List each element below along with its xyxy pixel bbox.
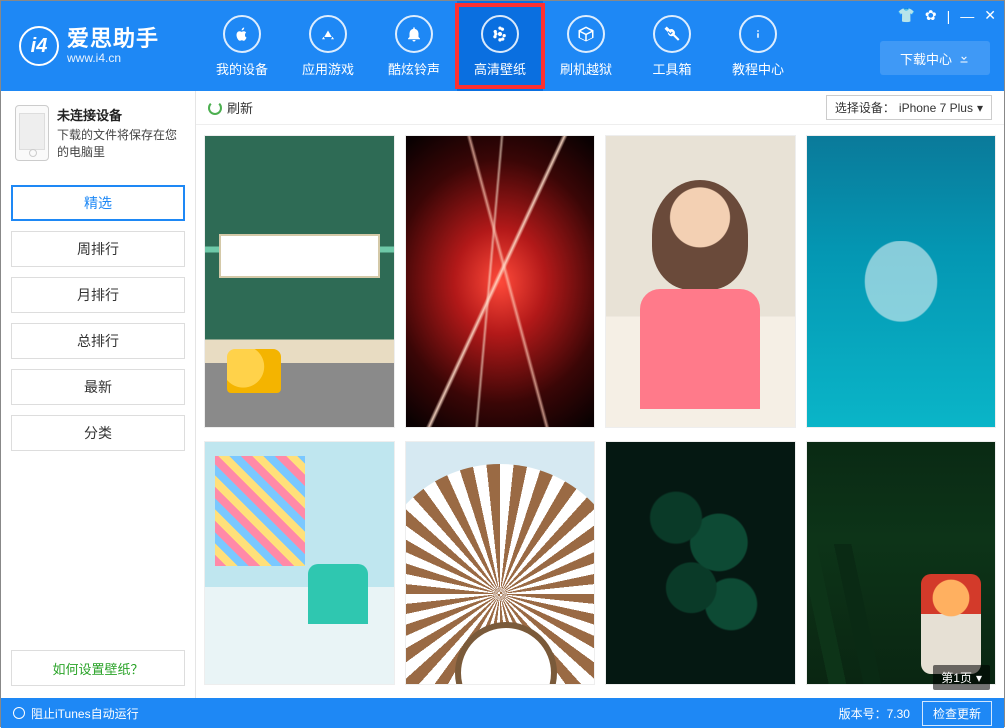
refresh-label: 刷新 — [227, 98, 253, 117]
appstore-icon — [309, 15, 347, 53]
itunes-block-label: 阻止iTunes自动运行 — [31, 705, 139, 722]
wallpaper-thumb[interactable] — [405, 441, 596, 685]
chevron-down-icon: ▾ — [976, 671, 982, 685]
wallpaper-thumb[interactable] — [806, 135, 997, 428]
info-icon — [739, 15, 777, 53]
nav-label: 高清壁纸 — [474, 59, 526, 78]
content-toolbar: 刷新 选择设备： iPhone 7 Plus ▾ — [196, 91, 1004, 125]
download-label: 下载中心 — [900, 49, 952, 68]
device-text: 未连接设备 下载的文件将保存在您的电脑里 — [57, 105, 181, 161]
flower-icon — [481, 15, 519, 53]
nav-label: 我的设备 — [216, 59, 268, 78]
nav-label: 应用游戏 — [302, 59, 354, 78]
chevron-down-icon: ▾ — [977, 101, 983, 115]
device-status: 未连接设备 下载的文件将保存在您的电脑里 — [11, 99, 185, 175]
device-selector-prefix: 选择设备： — [835, 99, 895, 116]
download-center-button[interactable]: 下载中心 — [880, 41, 990, 75]
settings-icon[interactable]: ✿ — [925, 7, 937, 24]
nav-label: 刷机越狱 — [560, 59, 612, 78]
brand-subtitle: www.i4.cn — [67, 52, 159, 65]
main-panel: 刷新 选择设备： iPhone 7 Plus ▾ 第1页 ▾ — [196, 91, 1004, 698]
wallpaper-thumb[interactable] — [204, 135, 395, 428]
wallpaper-thumb[interactable] — [806, 441, 997, 685]
nav-label: 工具箱 — [653, 59, 692, 78]
nav-label: 酷炫铃声 — [388, 59, 440, 78]
refresh-icon — [208, 101, 222, 115]
check-update-button[interactable]: 检查更新 — [922, 701, 992, 726]
wallpaper-thumb[interactable] — [605, 135, 796, 428]
window-controls: 👕 ✿ | — ✕ — [897, 7, 996, 24]
sidebar-item-categories[interactable]: 分类 — [11, 415, 185, 451]
pager-button[interactable]: 第1页 ▾ — [933, 665, 990, 690]
tools-icon — [653, 15, 691, 53]
nav-my-device[interactable]: 我的设备 — [199, 1, 285, 91]
status-bar: 阻止iTunes自动运行 版本号：7.30 检查更新 — [1, 698, 1004, 728]
nav-wallpapers[interactable]: 高清壁纸 — [457, 1, 543, 91]
bell-icon — [395, 15, 433, 53]
minimize-button[interactable]: — — [960, 8, 974, 24]
pager-label: 第1页 — [941, 669, 972, 686]
brand-title: 爱思助手 — [67, 27, 159, 51]
box-icon — [567, 15, 605, 53]
sidebar-item-newest[interactable]: 最新 — [11, 369, 185, 405]
nav-apps-games[interactable]: 应用游戏 — [285, 1, 371, 91]
version-label: 版本号：7.30 — [839, 705, 910, 722]
sidebar-item-featured[interactable]: 精选 — [11, 185, 185, 221]
main-nav: 我的设备 应用游戏 酷炫铃声 高清壁纸 刷机越狱 工具箱 教程中心 — [199, 1, 801, 91]
sidebar: 未连接设备 下载的文件将保存在您的电脑里 精选 周排行 月排行 总排行 最新 分… — [1, 91, 196, 698]
nav-ringtones[interactable]: 酷炫铃声 — [371, 1, 457, 91]
help-link[interactable]: 如何设置壁纸？ — [11, 650, 185, 686]
close-button[interactable]: ✕ — [984, 7, 996, 24]
wallpaper-grid — [196, 125, 1004, 698]
sidebar-item-month-rank[interactable]: 月排行 — [11, 277, 185, 313]
sidebar-nav: 精选 周排行 月排行 总排行 最新 分类 — [11, 185, 185, 461]
sidebar-item-week-rank[interactable]: 周排行 — [11, 231, 185, 267]
brand-text: 爱思助手 www.i4.cn — [67, 27, 159, 64]
divider: | — [947, 8, 951, 24]
refresh-button[interactable]: 刷新 — [208, 98, 253, 117]
wallpaper-thumb[interactable] — [405, 135, 596, 428]
device-selector[interactable]: 选择设备： iPhone 7 Plus ▾ — [826, 95, 992, 120]
nav-tutorials[interactable]: 教程中心 — [715, 1, 801, 91]
device-selector-value: iPhone 7 Plus — [899, 101, 973, 115]
device-title: 未连接设备 — [57, 105, 181, 124]
app-header: i4 爱思助手 www.i4.cn 我的设备 应用游戏 酷炫铃声 高清壁纸 刷机… — [1, 1, 1004, 91]
wallpaper-thumb[interactable] — [204, 441, 395, 685]
radio-off-icon — [13, 707, 25, 719]
logo-badge-icon: i4 — [19, 26, 59, 66]
nav-jailbreak[interactable]: 刷机越狱 — [543, 1, 629, 91]
itunes-block-toggle[interactable]: 阻止iTunes自动运行 — [13, 705, 139, 722]
wallpaper-thumb[interactable] — [605, 441, 796, 685]
sidebar-item-total-rank[interactable]: 总排行 — [11, 323, 185, 359]
skin-icon[interactable]: 👕 — [897, 7, 914, 24]
nav-label: 教程中心 — [732, 59, 784, 78]
brand-logo: i4 爱思助手 www.i4.cn — [19, 26, 159, 66]
phone-icon — [15, 105, 49, 161]
download-icon — [958, 52, 970, 64]
device-desc: 下载的文件将保存在您的电脑里 — [57, 126, 181, 160]
nav-toolbox[interactable]: 工具箱 — [629, 1, 715, 91]
apple-icon — [223, 15, 261, 53]
status-right: 版本号：7.30 检查更新 — [839, 701, 992, 726]
